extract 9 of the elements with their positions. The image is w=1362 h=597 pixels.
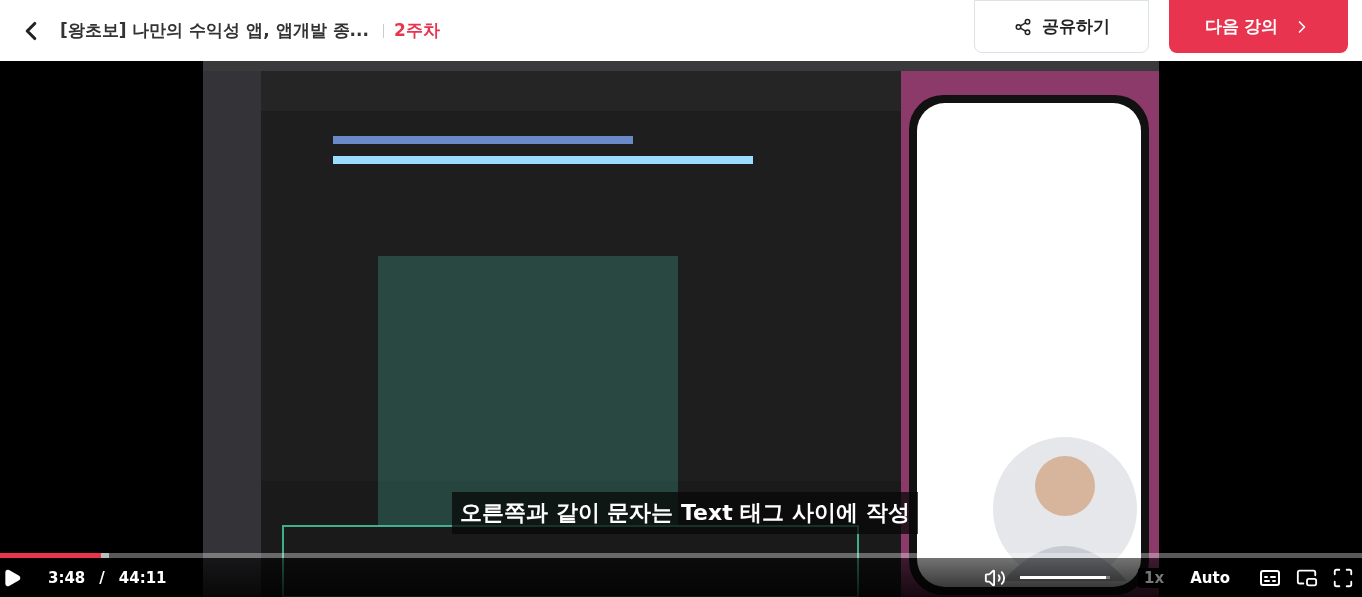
share-button[interactable]: 공유하기 bbox=[974, 0, 1149, 53]
quality-button[interactable]: Auto bbox=[1184, 567, 1236, 588]
video-caption: 오른쪽과 같이 문자는 Text 태그 사이에 작성 bbox=[452, 492, 918, 534]
next-lecture-button[interactable]: 다음 강의 bbox=[1169, 0, 1348, 53]
current-time: 3:48 bbox=[48, 568, 86, 587]
course-title: [왕초보] 나만의 수익성 앱, 앱개발 종... bbox=[60, 19, 369, 42]
time-separator: / bbox=[99, 568, 105, 587]
week-label: 2주차 bbox=[393, 19, 440, 42]
duration: 44:11 bbox=[118, 568, 167, 587]
